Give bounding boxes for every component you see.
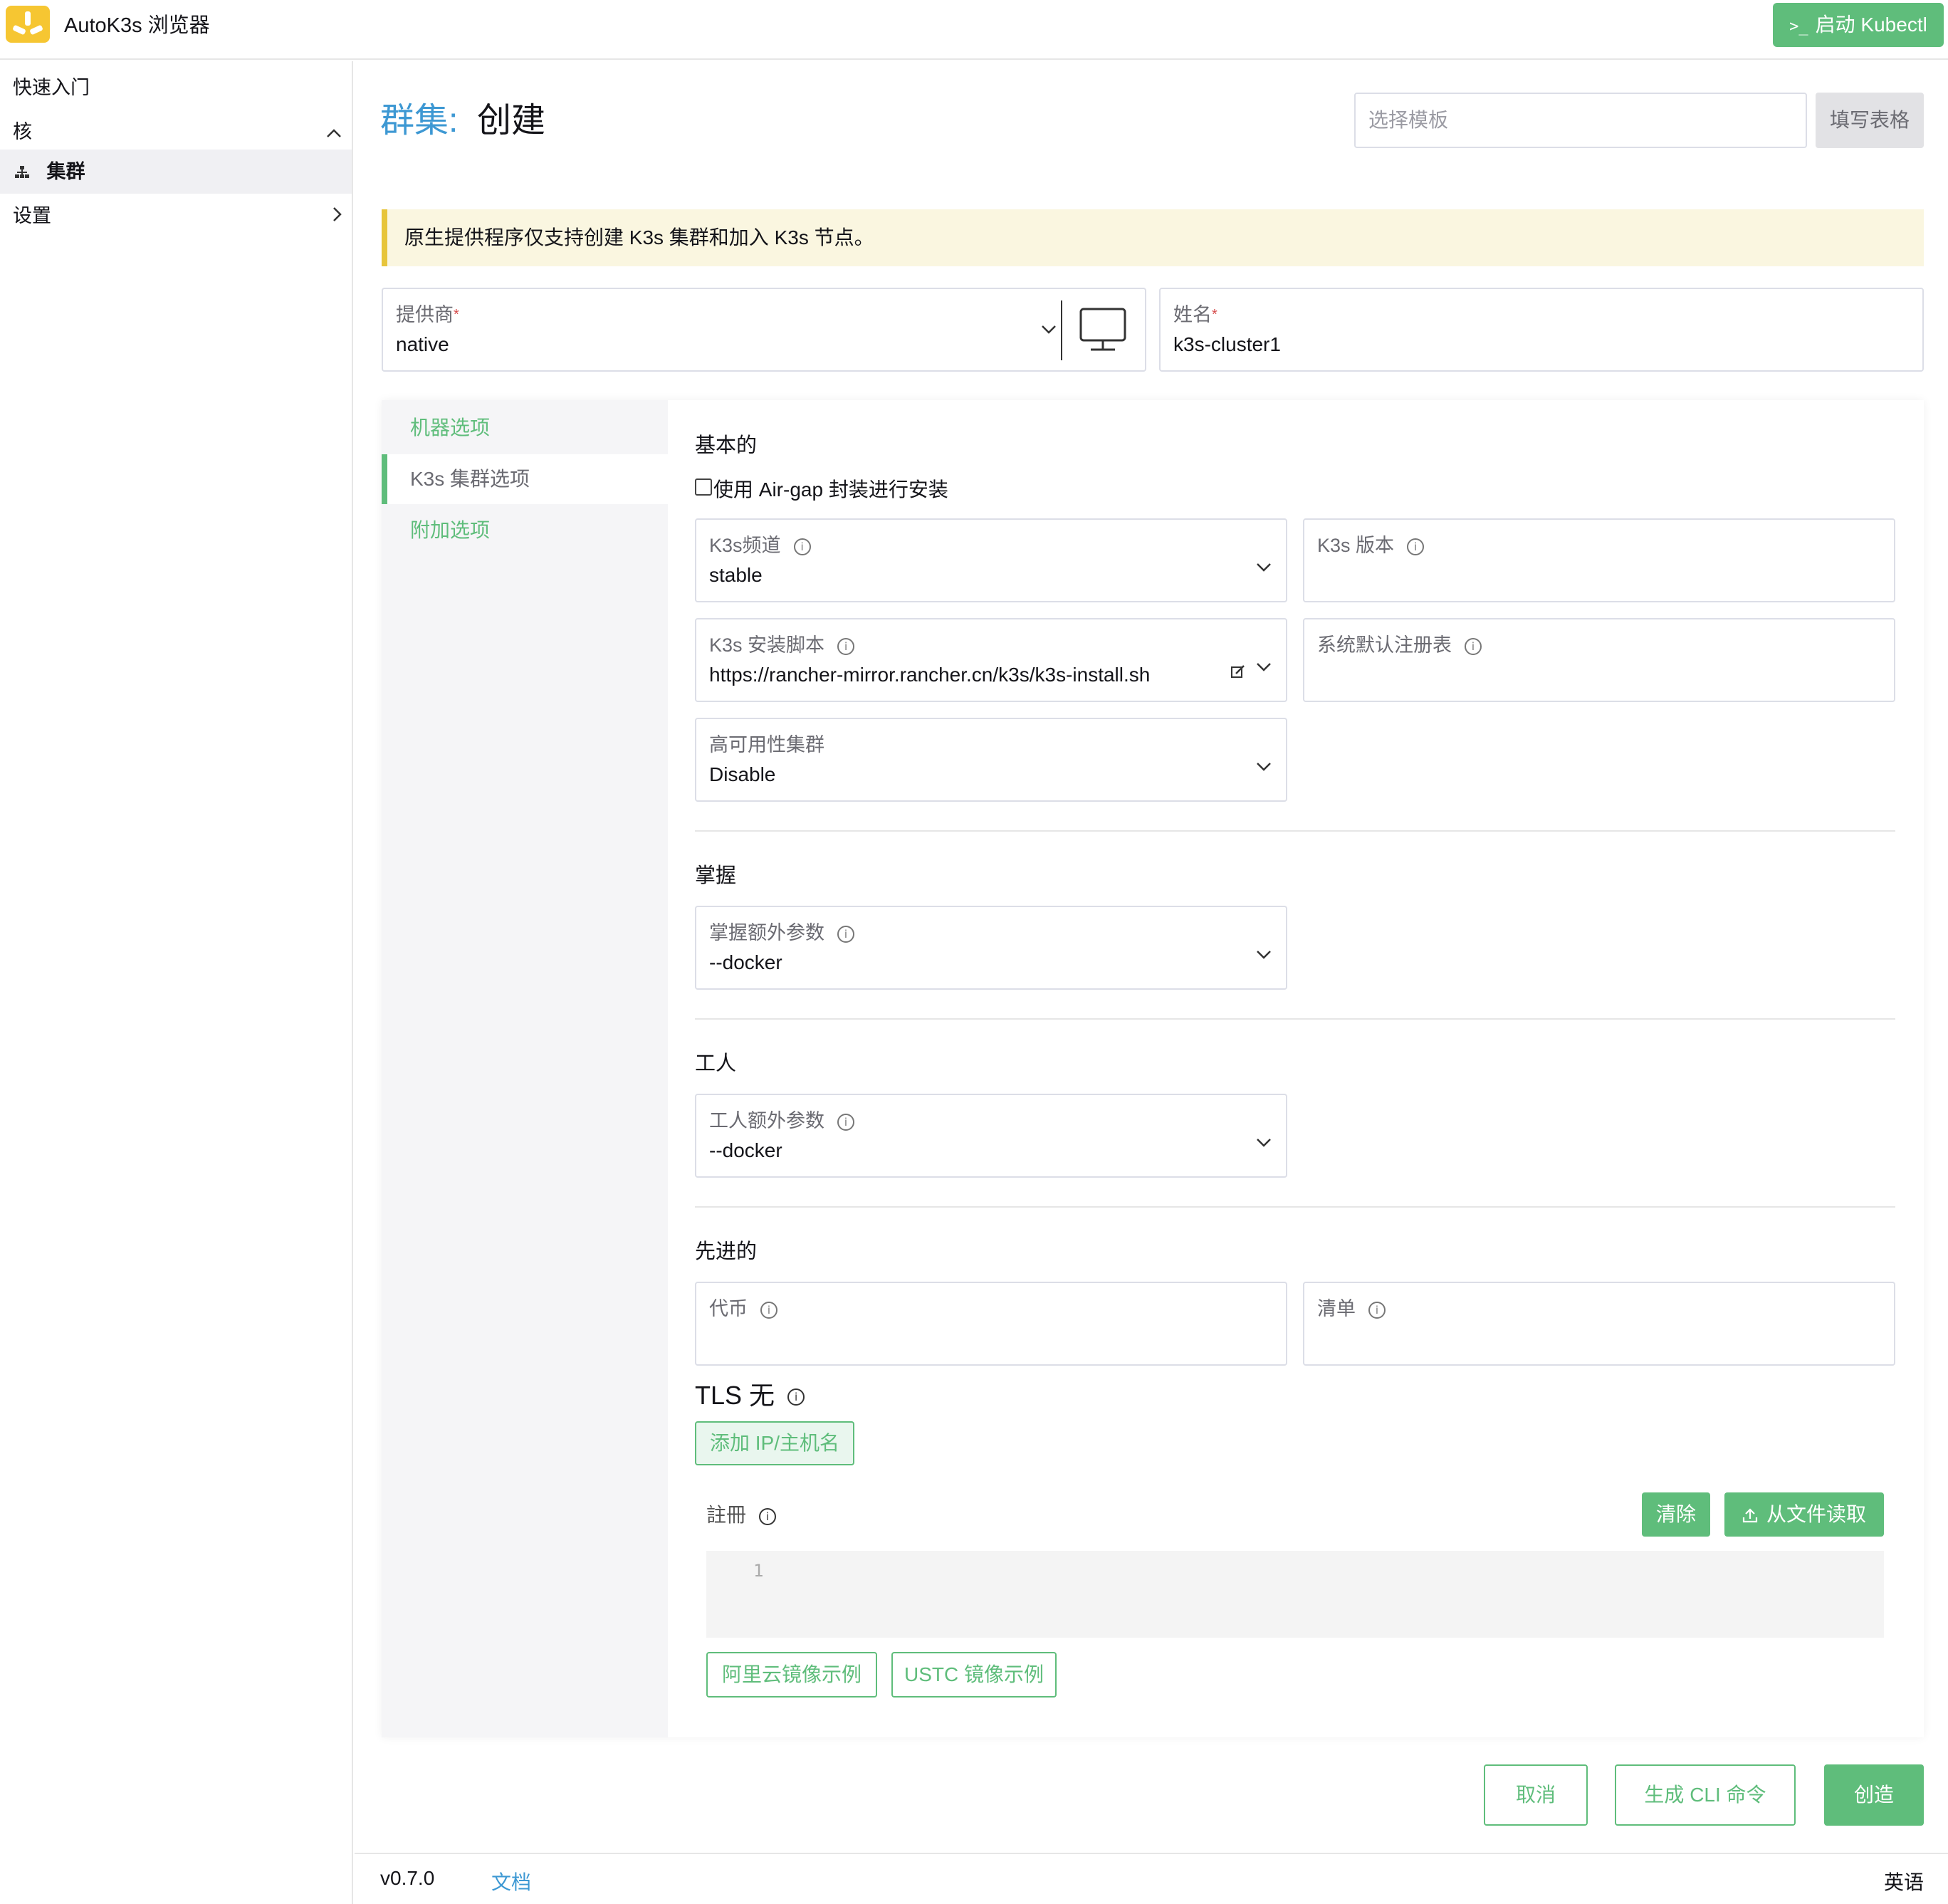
tls-sans-title: TLS 无i [695, 1379, 805, 1413]
add-ip-hostname-button[interactable]: 添加 IP/主机名 [695, 1421, 854, 1465]
info-icon: i [759, 1507, 777, 1525]
chevron-down-icon [1256, 755, 1272, 777]
app-header: AutoK3s 浏览器 >_ 启动 Kubectl [0, 0, 1948, 60]
info-icon: i [760, 1301, 777, 1319]
autok3s-logo-icon [6, 6, 50, 43]
manifest-field[interactable]: 清单 i [1303, 1282, 1895, 1366]
chevron-down-icon [1256, 1131, 1272, 1153]
k3s-install-script-select[interactable]: K3s 安装脚本 i https://rancher-mirror.rancher… [695, 618, 1287, 702]
section-divider [695, 1018, 1895, 1020]
chevron-right-icon [332, 194, 342, 238]
docs-link[interactable]: 文档 [491, 1867, 531, 1895]
cluster-tree-icon [14, 161, 47, 182]
k3s-version-field[interactable]: K3s 版本 i [1303, 518, 1895, 602]
chevron-down-icon [1256, 655, 1272, 677]
info-icon: i [787, 1388, 805, 1406]
generate-cli-command-button[interactable]: 生成 CLI 命令 [1615, 1764, 1796, 1826]
cancel-button[interactable]: 取消 [1484, 1764, 1588, 1826]
section-divider [695, 1206, 1895, 1208]
terminal-icon: >_ [1789, 18, 1808, 36]
fill-form-button[interactable]: 填写表格 [1816, 93, 1924, 148]
chevron-down-icon [1256, 555, 1272, 577]
section-basic-title: 基本的 [695, 434, 758, 457]
section-advanced-title: 先进的 [695, 1240, 758, 1263]
create-button[interactable]: 创造 [1824, 1764, 1924, 1826]
upload-icon [1742, 1503, 1766, 1525]
chevron-up-icon [326, 110, 342, 154]
info-icon: i [1407, 538, 1425, 555]
system-default-registry-field[interactable]: 系统默认注册表 i [1303, 618, 1895, 702]
k3s-channel-select[interactable]: K3s频道 i stable [695, 518, 1287, 602]
page-title: 群集: 创建 [380, 102, 546, 140]
info-icon: i [1465, 637, 1482, 655]
tab-k3s-cluster-options[interactable]: K3s 集群选项 [382, 454, 668, 504]
info-icon: i [837, 637, 855, 655]
info-banner: 原生提供程序仅支持创建 K3s 集群和加入 K3s 节点。 [382, 209, 1924, 266]
registry-title: 註冊 i [706, 1501, 777, 1529]
tab-additional-options[interactable]: 附加选项 [382, 506, 668, 555]
chevron-down-icon [1041, 325, 1057, 338]
chevron-down-icon [1256, 943, 1272, 965]
info-icon: i [793, 538, 811, 555]
read-from-file-button[interactable]: 从文件读取 [1724, 1492, 1884, 1537]
footer: v0.7.0 文档 英语 [355, 1853, 1948, 1904]
section-master-title: 掌握 [695, 864, 737, 887]
sidebar: 快速入门 核 集群 设置 [0, 61, 353, 1904]
info-icon: i [837, 1113, 854, 1131]
master-extra-args-select[interactable]: 掌握额外参数 i --docker [695, 906, 1287, 990]
language-switcher[interactable]: 英语 [1884, 1867, 1924, 1895]
edit-icon[interactable] [1230, 664, 1246, 683]
ha-cluster-select[interactable]: 高可用性集群 Disable [695, 718, 1287, 802]
version-label: v0.7.0 [380, 1867, 435, 1889]
sidebar-group-core[interactable]: 核 [0, 110, 352, 154]
ustc-mirror-example-button[interactable]: USTC 镜像示例 [891, 1652, 1057, 1698]
airgap-checkbox[interactable] [695, 478, 712, 496]
app-title: AutoK3s 浏览器 [64, 14, 210, 37]
section-worker-title: 工人 [695, 1052, 737, 1075]
aliyun-mirror-example-button[interactable]: 阿里云镜像示例 [706, 1652, 877, 1698]
registry-code-editor[interactable] [706, 1551, 1884, 1638]
line-number: 1 [753, 1561, 764, 1581]
provider-select[interactable]: 提供商* native [382, 288, 1146, 372]
cluster-name-field[interactable]: 姓名* k3s-cluster1 [1159, 288, 1924, 372]
tab-machine-options[interactable]: 机器选项 [382, 403, 668, 453]
info-icon: i [837, 925, 854, 943]
sidebar-item-quickstart[interactable]: 快速入门 [0, 66, 352, 110]
token-field[interactable]: 代币 i [695, 1282, 1287, 1366]
launch-kubectl-button[interactable]: >_ 启动 Kubectl [1773, 3, 1944, 47]
info-icon: i [1368, 1301, 1386, 1319]
clear-button[interactable]: 清除 [1642, 1492, 1710, 1537]
sidebar-item-cluster[interactable]: 集群 [0, 150, 352, 194]
section-divider [695, 830, 1895, 832]
template-select[interactable]: 选择模板 [1354, 93, 1807, 148]
worker-extra-args-select[interactable]: 工人额外参数 i --docker [695, 1094, 1287, 1178]
airgap-checkbox-row[interactable]: 使用 Air-gap 封装进行安装 [695, 476, 948, 504]
monitor-icon [1078, 305, 1128, 358]
sidebar-group-settings[interactable]: 设置 [0, 194, 352, 238]
options-tab-list [382, 400, 668, 1737]
